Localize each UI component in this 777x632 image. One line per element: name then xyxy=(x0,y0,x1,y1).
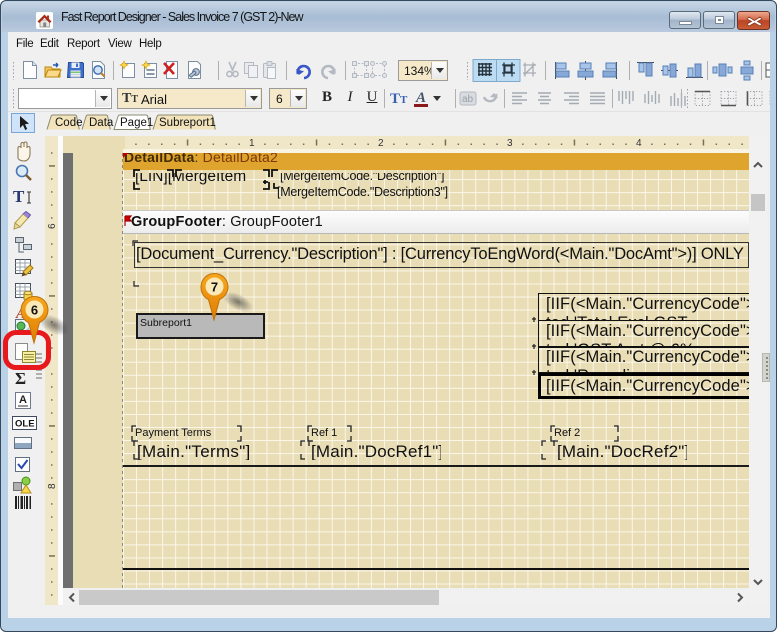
svg-text:ab: ab xyxy=(462,94,474,105)
svg-text:A: A xyxy=(19,394,27,406)
svg-text:Code: Code xyxy=(55,117,83,129)
svg-text:T: T xyxy=(13,187,25,206)
svg-text:Subreport1: Subreport1 xyxy=(159,117,216,129)
svg-text:Data: Data xyxy=(89,117,114,129)
svg-text:T: T xyxy=(400,94,408,106)
svg-text:8: 8 xyxy=(47,483,58,489)
svg-text:OLE: OLE xyxy=(15,419,35,430)
svg-text:6: 6 xyxy=(47,223,58,229)
svg-text:Σ: Σ xyxy=(15,369,26,388)
svg-text:A: A xyxy=(415,90,426,106)
svg-text:T: T xyxy=(390,91,400,107)
svg-text:Page1: Page1 xyxy=(120,117,153,129)
